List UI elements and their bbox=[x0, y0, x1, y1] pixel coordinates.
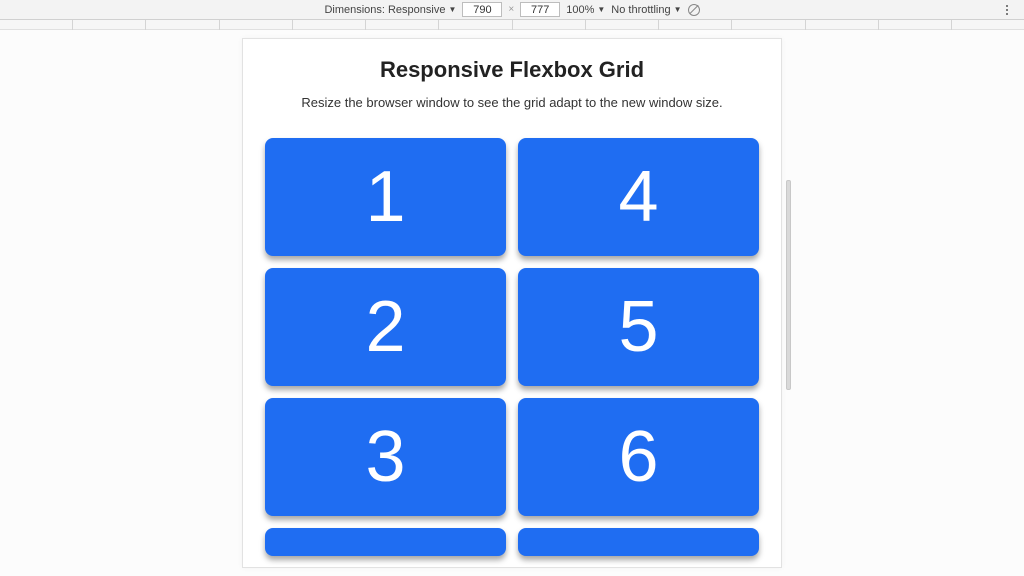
grid-column: 1 2 3 bbox=[265, 138, 506, 556]
breakpoint-ruler bbox=[0, 20, 1024, 30]
throttling-value: No throttling bbox=[611, 4, 670, 16]
caret-down-icon: ▼ bbox=[448, 5, 456, 14]
device-dimensions-dropdown[interactable]: Dimensions: Responsive ▼ bbox=[324, 4, 456, 16]
grid-tile: 5 bbox=[518, 268, 759, 386]
resize-handle[interactable] bbox=[786, 180, 791, 390]
zoom-value: 100% bbox=[566, 4, 594, 16]
dimensions-label: Dimensions: bbox=[324, 4, 385, 16]
grid-tile: 2 bbox=[265, 268, 506, 386]
flex-grid: 1 2 3 4 5 6 bbox=[265, 138, 759, 556]
viewport-area: Responsive Flexbox Grid Resize the brows… bbox=[0, 30, 1024, 576]
viewport-width-input[interactable] bbox=[462, 2, 502, 17]
caret-down-icon: ▼ bbox=[597, 5, 605, 14]
grid-tile bbox=[518, 528, 759, 556]
throttling-dropdown[interactable]: No throttling ▼ bbox=[611, 4, 681, 16]
grid-tile bbox=[265, 528, 506, 556]
grid-tile: 1 bbox=[265, 138, 506, 256]
grid-column: 4 5 6 bbox=[518, 138, 759, 556]
page-subtitle: Resize the browser window to see the gri… bbox=[265, 95, 759, 110]
more-options-button[interactable] bbox=[1000, 2, 1014, 18]
device-mode-value: Responsive bbox=[388, 4, 445, 16]
grid-tile: 6 bbox=[518, 398, 759, 516]
devtools-device-toolbar: Dimensions: Responsive ▼ × 100% ▼ No thr… bbox=[0, 0, 1024, 20]
rotate-icon[interactable] bbox=[688, 4, 700, 16]
grid-tile: 3 bbox=[265, 398, 506, 516]
device-frame: Responsive Flexbox Grid Resize the brows… bbox=[242, 38, 782, 568]
caret-down-icon: ▼ bbox=[674, 5, 682, 14]
viewport-height-input[interactable] bbox=[520, 2, 560, 17]
page-title: Responsive Flexbox Grid bbox=[265, 57, 759, 83]
times-icon: × bbox=[508, 4, 514, 15]
zoom-dropdown[interactable]: 100% ▼ bbox=[566, 4, 605, 16]
grid-tile: 4 bbox=[518, 138, 759, 256]
